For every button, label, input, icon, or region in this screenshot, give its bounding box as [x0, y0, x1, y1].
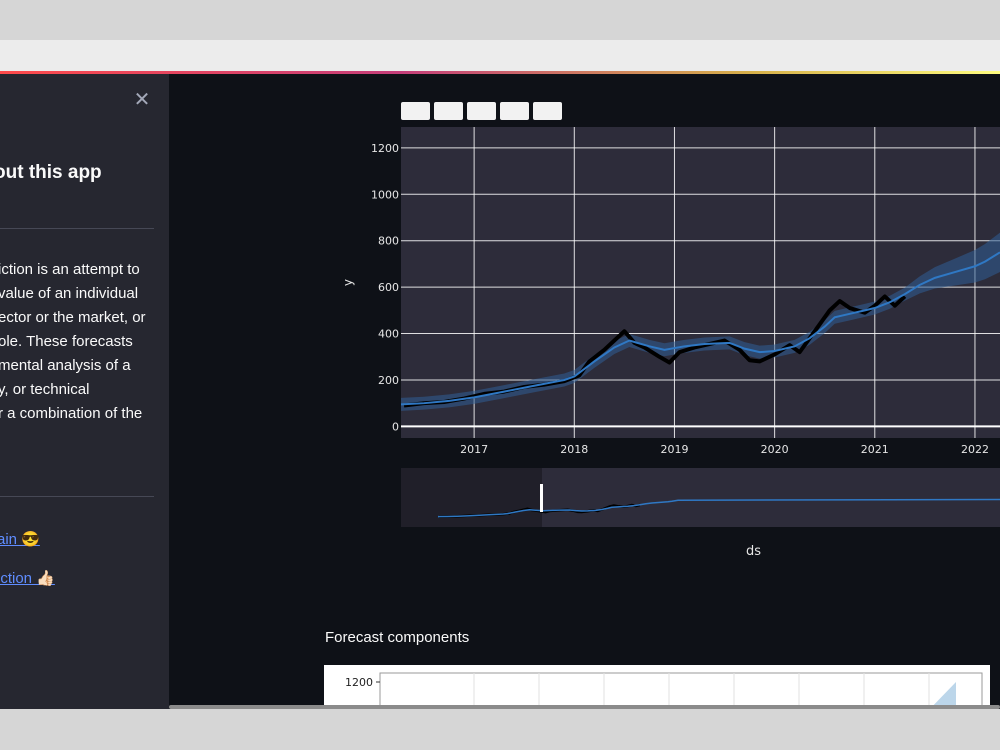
browser-toolbar — [0, 40, 1000, 72]
x-tick-label: 2017 — [460, 443, 488, 456]
description-line: ector or the market, or — [0, 309, 146, 326]
x-tick-label: 2018 — [560, 443, 588, 456]
rangeslider-mask — [401, 468, 542, 527]
y-tick-label: 1200 — [371, 142, 399, 155]
close-icon[interactable]: ✕ — [132, 88, 152, 110]
y-tick-label: 600 — [378, 281, 399, 294]
components-frame — [379, 672, 983, 709]
sidebar-title: out this app — [0, 162, 102, 183]
y-tick-label: 1000 — [371, 188, 399, 201]
components-y-tick: 1200 — [345, 676, 373, 689]
x-tick-label: 2020 — [761, 443, 789, 456]
description-line: mental analysis of a — [0, 357, 131, 374]
description-line: y, or technical — [0, 381, 90, 398]
sidebar-link-prediction[interactable]: iction 👍🏻 — [0, 569, 55, 587]
forecast-components-title: Forecast components — [325, 629, 470, 646]
description-line: ole. These forecasts — [0, 333, 133, 350]
divider — [0, 228, 154, 229]
y-tick-label: 200 — [378, 374, 399, 387]
divider — [0, 496, 154, 497]
x-tick-label: 2022 — [961, 443, 989, 456]
y-tick-label: 0 — [392, 420, 399, 433]
bottom-margin — [0, 709, 1000, 750]
sidebar-description: iction is an attempt to value of an indi… — [0, 258, 169, 426]
app-main: ✕ out this app iction is an attempt to v… — [0, 74, 1000, 709]
y-axis-label: y — [341, 279, 355, 286]
forecast-chart[interactable]: 0 200 400 600 800 1000 1200 2017 2018 2019 2020 202… — [330, 114, 1000, 534]
sidebar-link-main[interactable]: ain 😎 — [0, 530, 40, 548]
description-line: value of an individual — [0, 285, 139, 302]
rangeslider-handle — [540, 484, 543, 512]
sidebar: ✕ out this app iction is an attempt to v… — [0, 74, 169, 709]
x-tick-label: 2021 — [861, 443, 889, 456]
y-tick-label: 800 — [378, 235, 399, 248]
y-tick-label: 400 — [378, 328, 399, 341]
x-axis-label: ds — [746, 544, 762, 559]
description-line: r a combination of the — [0, 405, 143, 422]
forecast-components-plot: 1200 — [324, 665, 990, 709]
components-svg: 1200 — [345, 672, 983, 709]
x-tick-label: 2019 — [660, 443, 688, 456]
top-margin — [0, 0, 1000, 40]
description-line: iction is an attempt to — [0, 261, 140, 278]
